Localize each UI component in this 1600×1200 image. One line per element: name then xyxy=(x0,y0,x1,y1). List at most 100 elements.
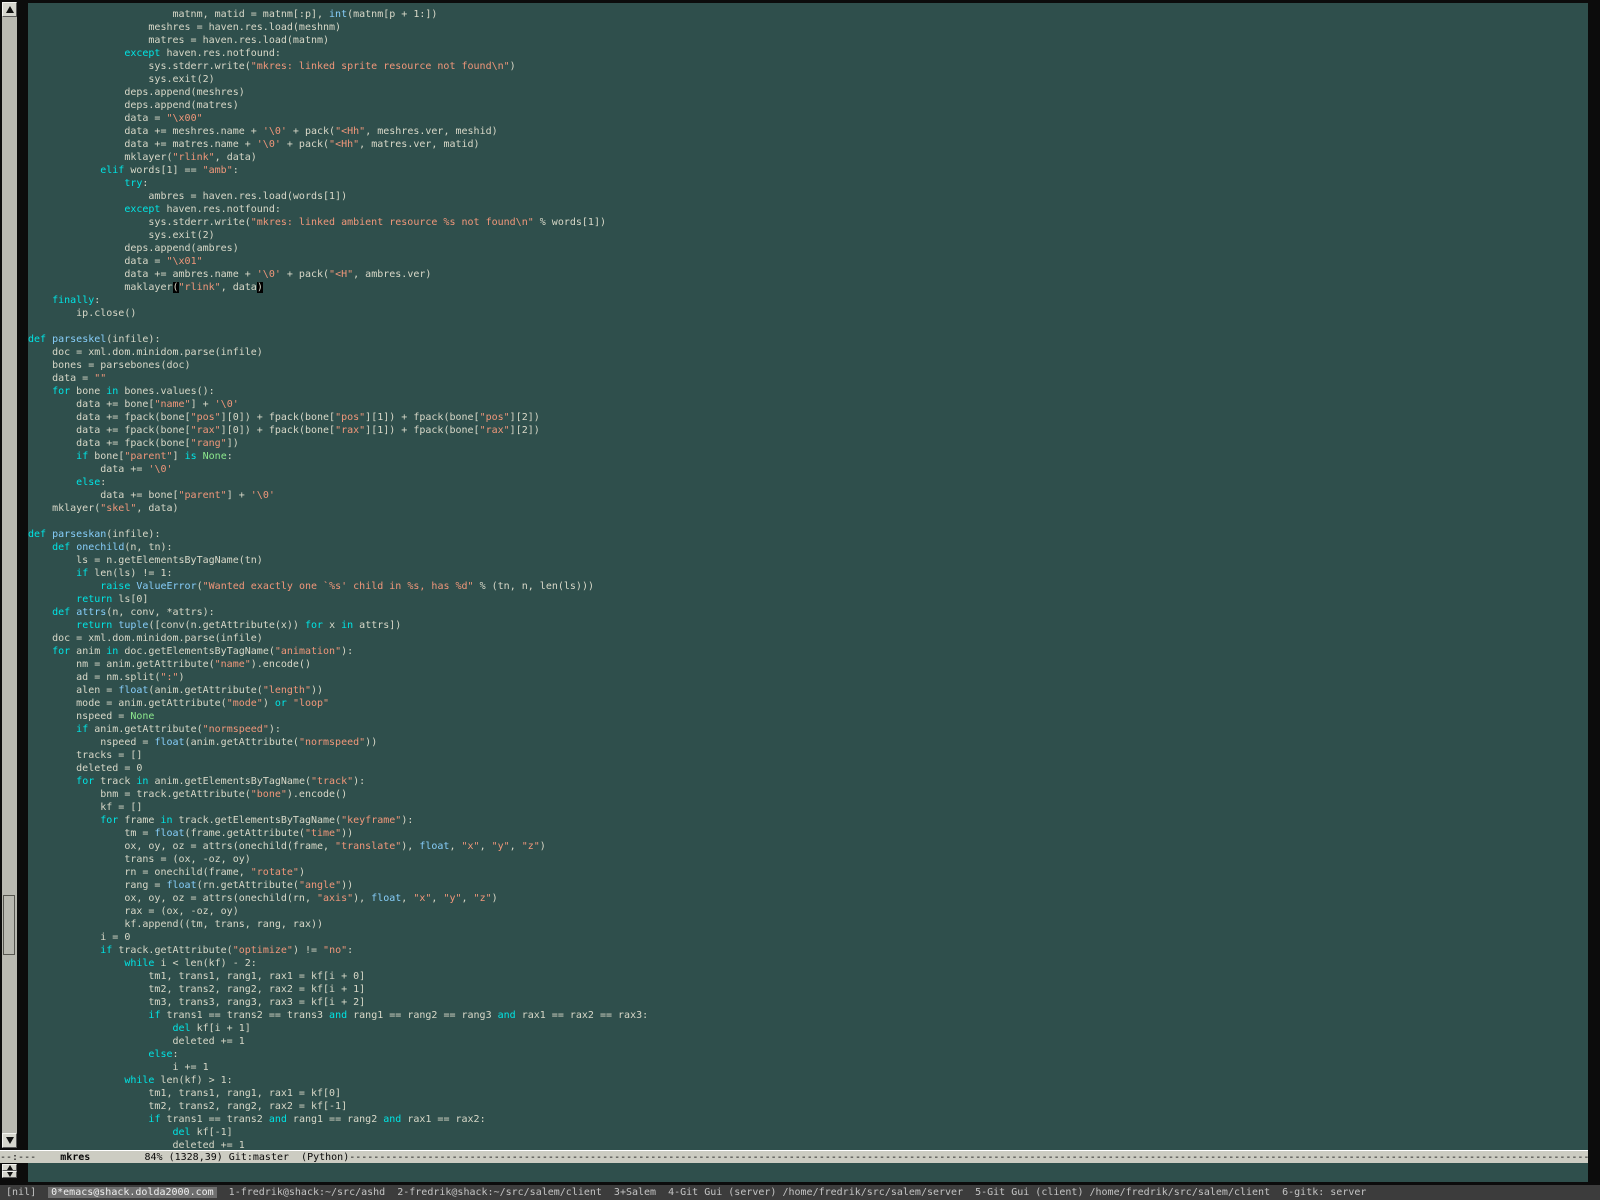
code-line: ambres = haven.res.load(words[1]) xyxy=(28,190,1588,203)
up-arrow-icon xyxy=(6,6,14,13)
screen-window-item: 4-Git Gui (server) /home/fredrik/src/sal… xyxy=(668,1187,963,1198)
code-line: meshres = haven.res.load(meshnm) xyxy=(28,21,1588,34)
code-line: tm2, trans2, rang2, rax2 = kf[i + 1] xyxy=(28,983,1588,996)
code-line: data += bone["name"] + '\0' xyxy=(28,398,1588,411)
code-line: data += ambres.name + '\0' + pack("<H", … xyxy=(28,268,1588,281)
code-line: def onechild(n, tn): xyxy=(28,541,1588,554)
code-line: matres = haven.res.load(matnm) xyxy=(28,34,1588,47)
code-line: try: xyxy=(28,177,1588,190)
code-line: data += meshres.name + '\0' + pack("<Hh"… xyxy=(28,125,1588,138)
scrollbar-trough[interactable] xyxy=(2,2,17,1148)
code-line: doc = xml.dom.minidom.parse(infile) xyxy=(28,346,1588,359)
scroll-down-button[interactable] xyxy=(2,1133,17,1148)
screen-window-item: 6-gitk: server xyxy=(1282,1187,1366,1198)
code-line: mklayer("skel", data) xyxy=(28,502,1588,515)
code-line: del kf[-1] xyxy=(28,1126,1588,1139)
code-line: bones = parsebones(doc) xyxy=(28,359,1588,372)
code-line: data += '\0' xyxy=(28,463,1588,476)
down-arrow-icon xyxy=(7,1172,13,1177)
code-line: else: xyxy=(28,476,1588,489)
code-line: rax = (ox, -oz, oy) xyxy=(28,905,1588,918)
code-line: tm3, trans3, rang3, rax3 = kf[i + 2] xyxy=(28,996,1588,1009)
minibuffer-scrollbar[interactable] xyxy=(2,1164,17,1178)
code-line: data = "\x00" xyxy=(28,112,1588,125)
code-line: deleted = 0 xyxy=(28,762,1588,775)
code-line: finally: xyxy=(28,294,1588,307)
code-line: del kf[i + 1] xyxy=(28,1022,1588,1035)
code-line xyxy=(28,515,1588,528)
code-line: nspeed = None xyxy=(28,710,1588,723)
code-line: if bone["parent"] is None: xyxy=(28,450,1588,463)
code-line: if anim.getAttribute("normspeed"): xyxy=(28,723,1588,736)
emacs-frame: { "colors":{ "bg":"#2f4f4c","fg":"#d8d8c… xyxy=(0,0,1600,1200)
code-line: data += matres.name + '\0' + pack("<Hh",… xyxy=(28,138,1588,151)
code-line: if trans1 == trans2 and rang1 == rang2 a… xyxy=(28,1113,1588,1126)
code-line: sys.exit(2) xyxy=(28,229,1588,242)
code-line: elif words[1] == "amb": xyxy=(28,164,1588,177)
code-line: for frame in track.getElementsByTagName(… xyxy=(28,814,1588,827)
code-line: nspeed = float(anim.getAttribute("normsp… xyxy=(28,736,1588,749)
code-line: tm1, trans1, rang1, rax1 = kf[0] xyxy=(28,1087,1588,1100)
modeline-prefix: --:--- xyxy=(0,1152,60,1163)
code-line: for anim in doc.getElementsByTagName("an… xyxy=(28,645,1588,658)
code-line: deps.append(meshres) xyxy=(28,86,1588,99)
screen-window-item: 1-fredrik@shack:~/src/ashd xyxy=(229,1187,386,1198)
code-line: bnm = track.getAttribute("bone").encode(… xyxy=(28,788,1588,801)
up-arrow-icon xyxy=(7,1165,13,1170)
modeline: --:--- mkres 84% (1328,39) Git:master (P… xyxy=(0,1150,1588,1163)
code-line: rang = float(rn.getAttribute("angle")) xyxy=(28,879,1588,892)
code-line: raise ValueError("Wanted exactly one `%s… xyxy=(28,580,1588,593)
code-line: sys.exit(2) xyxy=(28,73,1588,86)
code-line: else: xyxy=(28,1048,1588,1061)
code-line: alen = float(anim.getAttribute("length")… xyxy=(28,684,1588,697)
code-line: tm2, trans2, rang2, rax2 = kf[-1] xyxy=(28,1100,1588,1113)
scroll-up-button[interactable] xyxy=(2,2,17,17)
code-line: if trans1 == trans2 == trans3 and rang1 … xyxy=(28,1009,1588,1022)
code-area[interactable]: matnm, matid = matnm[:p], int(matnm[p + … xyxy=(28,3,1588,1150)
screen-window-item: 0*emacs@shack.dolda2000.com xyxy=(48,1187,217,1198)
minibuffer-scroll-up-button[interactable] xyxy=(2,1164,17,1171)
editor-window[interactable]: matnm, matid = matnm[:p], int(matnm[p + … xyxy=(28,3,1588,1150)
code-line: return ls[0] xyxy=(28,593,1588,606)
modeline-info: 84% (1328,39) Git:master (Python) xyxy=(90,1152,349,1163)
screen-status-bar: [nil] 0*emacs@shack.dolda2000.com 1-fredri… xyxy=(0,1185,1600,1200)
scrollbar-thumb[interactable] xyxy=(3,895,15,955)
code-line: def parseskan(infile): xyxy=(28,528,1588,541)
code-line: ox, oy, oz = attrs(onechild(frame, "tran… xyxy=(28,840,1588,853)
code-line: i += 1 xyxy=(28,1061,1588,1074)
code-line: deleted += 1 xyxy=(28,1139,1588,1150)
screen-session-name: [nil] xyxy=(6,1187,36,1198)
screen-window-item: 3+Salem xyxy=(614,1187,656,1198)
code-line: mklayer("rlink", data) xyxy=(28,151,1588,164)
code-line: deleted += 1 xyxy=(28,1035,1588,1048)
minibuffer[interactable] xyxy=(28,1163,1588,1182)
code-line: if len(ls) != 1: xyxy=(28,567,1588,580)
code-line: data += fpack(bone["pos"][0]) + fpack(bo… xyxy=(28,411,1588,424)
code-line: def attrs(n, conv, *attrs): xyxy=(28,606,1588,619)
code-line: rn = onechild(frame, "rotate") xyxy=(28,866,1588,879)
code-line: ls = n.getElementsByTagName(tn) xyxy=(28,554,1588,567)
code-line: deps.append(ambres) xyxy=(28,242,1588,255)
code-line: for bone in bones.values(): xyxy=(28,385,1588,398)
code-line: data += fpack(bone["rang"]) xyxy=(28,437,1588,450)
code-line: ad = nm.split(":") xyxy=(28,671,1588,684)
code-line: def parseskel(infile): xyxy=(28,333,1588,346)
code-line: deps.append(matres) xyxy=(28,99,1588,112)
code-line: maklayer("rlink", data) xyxy=(28,281,1588,294)
modeline-dashes: ----------------------------------------… xyxy=(349,1152,1588,1163)
code-line: trans = (ox, -oz, oy) xyxy=(28,853,1588,866)
code-line xyxy=(28,320,1588,333)
code-line: doc = xml.dom.minidom.parse(infile) xyxy=(28,632,1588,645)
code-line: data += bone["parent"] + '\0' xyxy=(28,489,1588,502)
code-line: for track in anim.getElementsByTagName("… xyxy=(28,775,1588,788)
code-line: except haven.res.notfound: xyxy=(28,203,1588,216)
code-line: nm = anim.getAttribute("name").encode() xyxy=(28,658,1588,671)
minibuffer-scroll-down-button[interactable] xyxy=(2,1171,17,1178)
code-line: data = "" xyxy=(28,372,1588,385)
code-line: i = 0 xyxy=(28,931,1588,944)
code-line: except haven.res.notfound: xyxy=(28,47,1588,60)
code-line: tm = float(frame.getAttribute("time")) xyxy=(28,827,1588,840)
code-line: if track.getAttribute("optimize") != "no… xyxy=(28,944,1588,957)
code-line: while len(kf) > 1: xyxy=(28,1074,1588,1087)
screen-window-item: 2-fredrik@shack:~/src/salem/client xyxy=(397,1187,602,1198)
